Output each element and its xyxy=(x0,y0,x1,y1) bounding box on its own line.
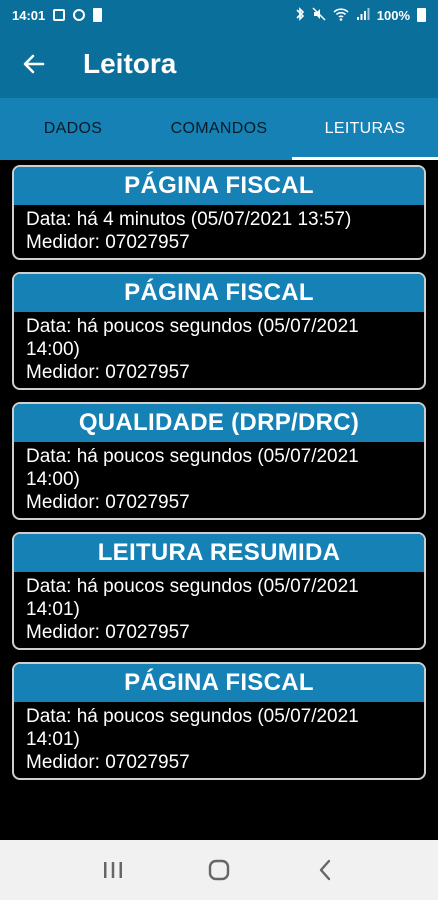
reading-details: Data: há poucos segundos (05/07/2021 14:… xyxy=(14,312,424,388)
tab-bar: DADOS COMANDOS LEITURAS xyxy=(0,98,438,160)
bluetooth-icon xyxy=(295,7,305,23)
reading-date: Data: há poucos segundos (05/07/2021 xyxy=(26,446,359,467)
tab-label: LEITURAS xyxy=(324,120,406,137)
battery-saver-icon xyxy=(93,8,103,22)
recent-apps-icon xyxy=(104,862,122,878)
reading-meter: Medidor: 07027957 xyxy=(26,752,190,773)
reading-details: Data: há 4 minutos (05/07/2021 13:57) Me… xyxy=(14,205,424,258)
system-nav-bar xyxy=(0,840,438,900)
reading-card[interactable]: PÁGINA FISCAL Data: há 4 minutos (05/07/… xyxy=(12,165,426,260)
wifi-icon xyxy=(333,7,349,23)
reading-date: Data: há poucos segundos (05/07/2021 xyxy=(26,706,359,727)
battery-icon xyxy=(417,8,426,22)
home-icon xyxy=(208,859,230,881)
reading-details: Data: há poucos segundos (05/07/2021 14:… xyxy=(14,442,424,518)
battery-level: 100% xyxy=(376,7,410,23)
reading-date: Data: há 4 minutos (05/07/2021 13:57) xyxy=(26,209,352,230)
reading-card[interactable]: PÁGINA FISCAL Data: há poucos segundos (… xyxy=(12,662,426,780)
reading-meter: Medidor: 07027957 xyxy=(26,362,190,383)
back-nav-button[interactable] xyxy=(295,848,355,892)
tab-label: COMANDOS xyxy=(170,120,268,137)
tab-leituras[interactable]: LEITURAS xyxy=(292,98,438,160)
reading-title: LEITURA RESUMIDA xyxy=(14,534,424,572)
status-time: 14:01 xyxy=(12,7,46,23)
do-not-disturb-icon xyxy=(73,9,86,21)
page-title: Leitora xyxy=(83,48,177,79)
tab-comandos[interactable]: COMANDOS xyxy=(146,98,292,160)
reading-meter: Medidor: 07027957 xyxy=(26,622,190,643)
reading-card[interactable]: PÁGINA FISCAL Data: há poucos segundos (… xyxy=(12,272,426,390)
back-button[interactable] xyxy=(10,40,58,88)
reading-title: PÁGINA FISCAL xyxy=(14,167,424,205)
tab-dados[interactable]: DADOS xyxy=(0,98,146,160)
tab-label: DADOS xyxy=(43,120,103,137)
mute-icon xyxy=(312,7,326,23)
reading-details: Data: há poucos segundos (05/07/2021 14:… xyxy=(14,572,424,648)
signal-icon xyxy=(356,7,370,23)
reading-date-cont: 14:01) xyxy=(26,729,80,750)
reading-title: QUALIDADE (DRP/DRC) xyxy=(14,404,424,442)
reading-meter: Medidor: 07027957 xyxy=(26,232,190,253)
image-icon xyxy=(53,9,66,21)
reading-card[interactable]: QUALIDADE (DRP/DRC) Data: há poucos segu… xyxy=(12,402,426,520)
reading-date-cont: 14:01) xyxy=(26,599,80,620)
reading-date: Data: há poucos segundos (05/07/2021 xyxy=(26,576,359,597)
reading-title: PÁGINA FISCAL xyxy=(14,274,424,312)
reading-date: Data: há poucos segundos (05/07/2021 xyxy=(26,316,359,337)
reading-details: Data: há poucos segundos (05/07/2021 14:… xyxy=(14,702,424,778)
reading-title: PÁGINA FISCAL xyxy=(14,664,424,702)
app-bar: Leitora xyxy=(0,30,438,98)
back-nav-icon xyxy=(319,859,331,881)
reading-meter: Medidor: 07027957 xyxy=(26,492,190,513)
reading-date-cont: 14:00) xyxy=(26,339,80,360)
home-button[interactable] xyxy=(189,848,249,892)
status-bar: 14:01 100% xyxy=(0,0,438,30)
readings-list[interactable]: PÁGINA FISCAL Data: há 4 minutos (05/07/… xyxy=(0,160,438,840)
arrow-left-icon xyxy=(23,54,45,74)
reading-card[interactable]: LEITURA RESUMIDA Data: há poucos segundo… xyxy=(12,532,426,650)
reading-date-cont: 14:00) xyxy=(26,469,80,490)
recent-apps-button[interactable] xyxy=(83,848,143,892)
